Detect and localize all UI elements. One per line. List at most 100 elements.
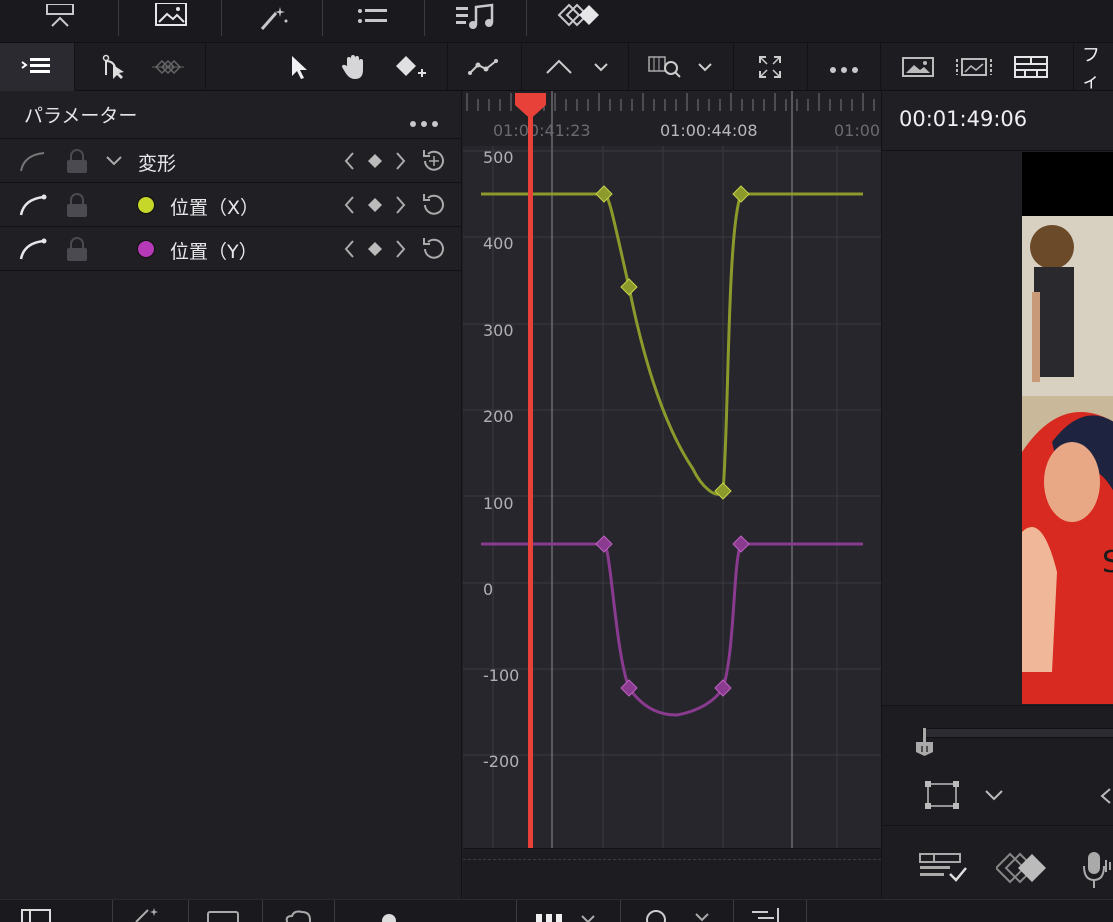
y-axis-label: 500 [483,148,514,167]
color-dot-y [137,240,155,258]
hand-tool-button[interactable] [334,43,374,91]
keyframe-nav-icon[interactable] [343,150,407,172]
parameter-label: 位置（Y） [170,241,258,263]
more-icon[interactable] [820,916,853,922]
lock-icon[interactable] [64,192,90,218]
cut-page-tab[interactable] [10,0,110,36]
chevron-down-icon[interactable] [104,153,124,169]
viewer-layout-button[interactable] [1008,43,1054,91]
curve-select-button[interactable] [90,43,134,91]
sound-library-icon [456,3,494,29]
keyframe-diamond[interactable] [595,535,613,553]
ruler-label: 01:00:44:08 [660,121,758,140]
curve-snap-button[interactable] [462,43,506,91]
parameter-label: 位置（X） [170,197,260,219]
render-queue-icon[interactable] [918,850,974,890]
keyframes-icon[interactable] [996,852,1052,886]
color-dot-x [137,196,155,214]
reset-icon[interactable] [419,234,449,264]
keyframes-tab[interactable] [530,0,630,36]
pointer-tool-button[interactable] [280,43,316,91]
svg-text:S: S [1102,545,1113,580]
graph-scrollbar[interactable] [463,848,881,899]
filmstrip-icon [956,58,992,76]
keyframe-diamond[interactable] [620,278,638,296]
bezier-dropdown[interactable] [540,43,616,91]
effects-icon[interactable] [130,906,166,922]
chevron-left-icon[interactable] [1096,786,1113,806]
parameter-row-transform[interactable]: 変形 [0,139,461,183]
curve-icon[interactable] [18,149,48,173]
track-view-icon[interactable] [536,912,600,922]
keyframe-toolbar: フィ [0,43,1113,92]
curve-graph-canvas[interactable]: 01:00:41:23 01:00:44:08 01:00 500 400 30… [463,91,881,848]
ruler-label: 01:00 [834,121,880,140]
curve-icon[interactable] [18,237,48,261]
viewer-image-button[interactable] [890,43,946,91]
reset-icon[interactable] [419,146,449,176]
video-image: S [1022,152,1113,704]
keyframe-nav-icon[interactable] [343,238,407,260]
chevron-down-icon[interactable] [982,786,1006,804]
parameters-header: パラメーター [0,91,461,139]
lock-icon[interactable] [64,148,90,174]
effects-tab[interactable] [222,0,322,36]
microphone-icon[interactable] [1082,850,1113,892]
keyframe-diamond[interactable] [732,535,750,553]
y-axis-label: 400 [483,234,514,253]
curve-graph[interactable]: 01:00:41:23 01:00:44:08 01:00 500 400 30… [463,91,881,848]
media-pool-icon [155,3,187,26]
timeline-handle-icon[interactable] [382,914,396,922]
curve-position-x[interactable] [481,192,863,496]
parameter-row-position-y[interactable]: 位置（Y） [0,227,461,271]
y-axis-label: 100 [483,494,514,513]
y-axis-label: -100 [483,666,519,685]
more-button[interactable] [810,43,878,91]
curve-position-y[interactable] [481,542,863,717]
index-tab[interactable] [322,0,422,36]
zoom-icon[interactable] [640,908,720,922]
viewer-tab-partial[interactable]: フィ [1082,43,1113,92]
ease-button[interactable] [144,43,192,91]
curve-icon[interactable] [18,193,48,217]
viewer-panel: 00:01:49:06 S [881,91,1113,899]
keyframe-nav-icon[interactable] [343,194,407,216]
pointer-icon [292,56,307,79]
keyframe-diamond[interactable] [714,482,732,500]
toggle-panel-button[interactable] [0,43,74,91]
toggle-panel-icon [21,58,50,73]
bezier-icon [546,59,608,74]
ruler-label: 01:00:41:23 [493,121,591,140]
subtitle-icon[interactable] [206,910,242,922]
video-frame[interactable]: S [1022,152,1113,704]
add-keyframe-button[interactable] [388,43,432,91]
index-icon [358,9,387,23]
cloud-icon[interactable] [282,908,318,922]
zoom-fit-icon [648,56,712,78]
scrub-handle[interactable] [914,728,936,758]
parameter-label: 変形 [138,153,177,175]
media-pool-tab[interactable] [120,0,220,36]
ease-icon [152,59,184,75]
page-navigation-bar [0,0,1113,43]
zoom-fit-dropdown[interactable] [642,43,720,91]
scrub-bar[interactable] [922,728,1113,738]
keyframe-diamond[interactable] [732,185,750,203]
sound-library-tab[interactable] [425,0,525,36]
timecode-display: 00:01:49:06 [899,107,1028,131]
lock-icon[interactable] [64,236,90,262]
transform-icon[interactable] [924,780,960,810]
keyframe-diamond[interactable] [595,185,613,203]
viewer-film-button[interactable] [950,43,998,91]
align-icon[interactable] [748,906,784,922]
parameters-menu-icon[interactable] [407,110,440,132]
layout-icon [1014,56,1048,78]
playhead-line[interactable] [528,99,533,848]
bottom-toolbar [0,899,1113,922]
image-icon [902,57,934,77]
parameters-title: パラメーター [24,105,138,127]
reset-icon[interactable] [419,190,449,220]
layout-icon[interactable] [20,908,56,922]
expand-button[interactable] [746,43,794,91]
parameter-row-position-x[interactable]: 位置（X） [0,183,461,227]
